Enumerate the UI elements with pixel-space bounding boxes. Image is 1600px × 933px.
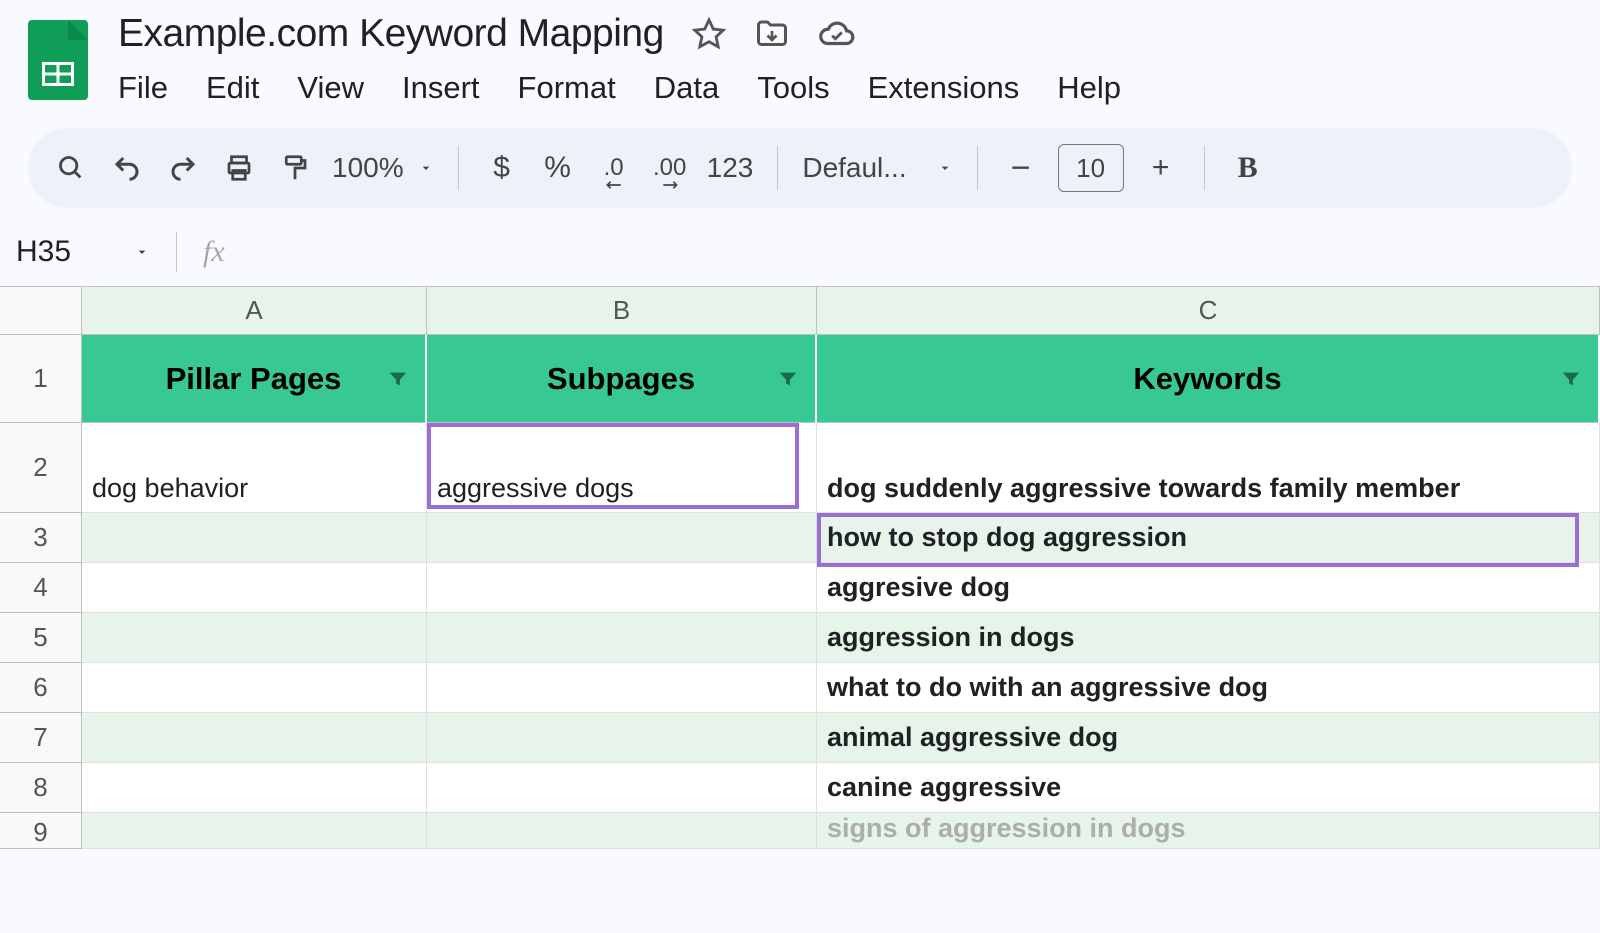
table-row: 8 canine aggressive [0,763,1600,813]
menu-view[interactable]: View [297,70,364,106]
table-row: 3 how to stop dog aggression [0,513,1600,563]
font-select[interactable]: Defaul... [802,152,952,184]
menu-tools[interactable]: Tools [757,70,829,106]
move-folder-icon[interactable] [754,16,790,52]
cell[interactable] [427,663,817,713]
menu-extensions[interactable]: Extensions [868,70,1020,106]
undo-icon[interactable] [108,148,146,188]
menu-data[interactable]: Data [654,70,719,106]
menu-file[interactable]: File [118,70,168,106]
menu-format[interactable]: Format [518,70,616,106]
zoom-select[interactable]: 100% [332,152,434,184]
font-size-increase-button[interactable]: + [1142,148,1180,188]
row-number[interactable]: 5 [0,613,82,663]
chevron-down-icon [418,160,434,176]
select-all-corner[interactable] [0,287,82,335]
font-size-decrease-button[interactable]: − [1002,148,1040,188]
cell[interactable]: dog behavior [82,423,427,513]
cell[interactable] [82,813,427,849]
name-box[interactable]: H35 [10,235,150,269]
toolbar-separator [1204,146,1205,190]
toolbar-separator [977,146,978,190]
cell[interactable] [427,563,817,613]
column-header-b[interactable]: B [427,287,817,335]
font-name: Defaul... [802,152,906,184]
decrease-decimal-button[interactable]: .0 [595,148,633,188]
document-title[interactable]: Example.com Keyword Mapping [118,12,664,56]
cell[interactable] [82,713,427,763]
menu-help[interactable]: Help [1057,70,1121,106]
cell[interactable]: signs of aggression in dogs [817,813,1600,849]
cell[interactable]: aggresive dog [817,563,1600,613]
row-number[interactable]: 8 [0,763,82,813]
cell[interactable]: dog suddenly aggressive towards family m… [817,423,1600,513]
cell[interactable] [427,613,817,663]
app-header: Example.com Keyword Mapping File Edit Vi… [0,0,1600,106]
spreadsheet-grid: A B C 1 Pillar Pages Subpages Keywords 2… [0,286,1600,849]
cell[interactable] [82,563,427,613]
bold-button[interactable]: B [1229,148,1267,188]
table-row: 7 animal aggressive dog [0,713,1600,763]
font-size-input[interactable]: 10 [1058,144,1124,192]
sheets-logo [28,20,88,100]
filter-icon[interactable] [387,368,409,390]
chevron-down-icon [937,160,953,176]
cell[interactable] [427,713,817,763]
menu-insert[interactable]: Insert [402,70,480,106]
row-number[interactable]: 3 [0,513,82,563]
row-number[interactable]: 7 [0,713,82,763]
formula-bar-fx-icon: fx [203,235,225,269]
row-number[interactable]: 6 [0,663,82,713]
increase-decimal-button[interactable]: .00 [651,148,689,188]
cell[interactable]: canine aggressive [817,763,1600,813]
toolbar-separator [777,146,778,190]
chevron-down-icon [134,244,150,260]
column-header-c[interactable]: C [817,287,1600,335]
column-header-a[interactable]: A [82,287,427,335]
cell[interactable] [82,613,427,663]
format-currency-button[interactable]: $ [483,148,521,188]
header-cell-subpages[interactable]: Subpages [427,335,817,423]
cell[interactable]: how to stop dog aggression [817,513,1600,563]
print-icon[interactable] [220,148,258,188]
table-row: 2 dog behavior aggressive dogs dog sudde… [0,423,1600,513]
cell[interactable] [82,663,427,713]
cell[interactable] [82,513,427,563]
toolbar: 100% $ % .0 .00 123 Defaul... − 10 + B [28,128,1572,208]
cell[interactable]: animal aggressive dog [817,713,1600,763]
cell[interactable] [427,813,817,849]
cell[interactable] [427,763,817,813]
cell[interactable] [82,763,427,813]
cell[interactable]: what to do with an aggressive dog [817,663,1600,713]
row-number[interactable]: 2 [0,423,82,513]
row-number[interactable]: 9 [0,813,82,849]
menu-bar: File Edit View Insert Format Data Tools … [118,70,1121,106]
row-number[interactable]: 1 [0,335,82,423]
separator [176,232,177,272]
row-number[interactable]: 4 [0,563,82,613]
cell[interactable]: aggression in dogs [817,613,1600,663]
filter-icon[interactable] [777,368,799,390]
star-icon[interactable] [692,17,726,51]
filter-icon[interactable] [1560,368,1582,390]
toolbar-separator [458,146,459,190]
header-cell-keywords[interactable]: Keywords [817,335,1600,423]
table-row: 6 what to do with an aggressive dog [0,663,1600,713]
search-icon[interactable] [52,148,90,188]
table-row: 5 aggression in dogs [0,613,1600,663]
more-formats-button[interactable]: 123 [707,148,754,188]
format-percent-button[interactable]: % [539,148,577,188]
paint-format-icon[interactable] [276,148,314,188]
table-row: 9 signs of aggression in dogs [0,813,1600,849]
cloud-saved-icon[interactable] [818,15,856,53]
menu-edit[interactable]: Edit [206,70,259,106]
cell[interactable] [427,513,817,563]
cell[interactable]: aggressive dogs [427,423,817,513]
redo-icon[interactable] [164,148,202,188]
header-cell-pillar-pages[interactable]: Pillar Pages [82,335,427,423]
table-row: 4 aggresive dog [0,563,1600,613]
zoom-value: 100% [332,152,404,184]
